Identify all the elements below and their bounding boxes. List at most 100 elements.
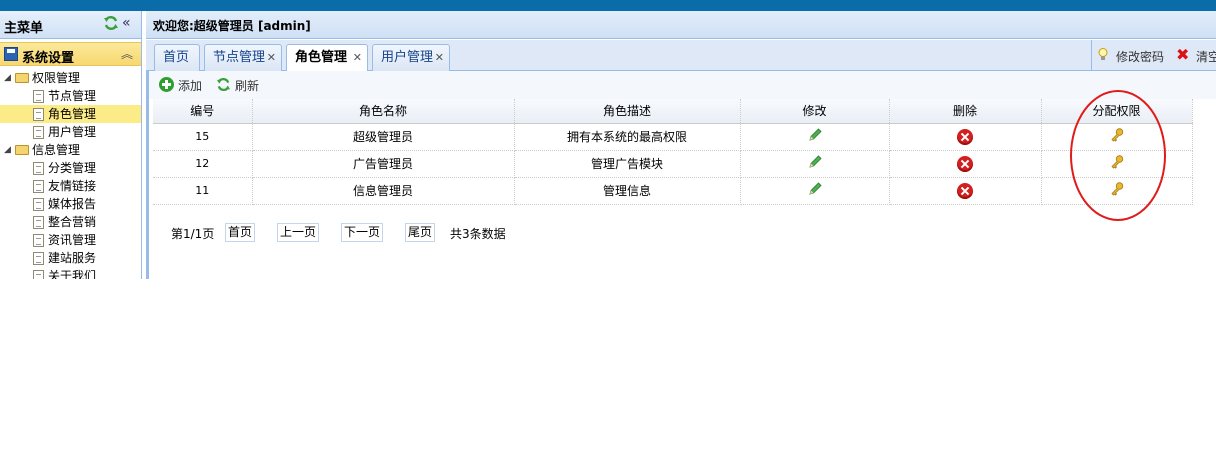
delete-icon[interactable]: [957, 182, 973, 199]
document-icon: [33, 270, 44, 279]
tree-item[interactable]: 友情链接: [0, 177, 141, 195]
tab-home[interactable]: 首页: [154, 44, 200, 71]
tab-label: 角色管理: [295, 50, 348, 65]
tree-label: 角色管理: [48, 107, 97, 121]
page-info: 第1/1页: [171, 227, 215, 241]
menu-header: 主菜单 «: [0, 11, 141, 39]
cell-id: 15: [153, 123, 253, 151]
section-title: 系统设置: [22, 51, 75, 66]
col-header-edit: 修改: [740, 99, 890, 124]
tree-label: 友情链接: [48, 179, 97, 193]
table-row[interactable]: 11 信息管理员 管理信息: [153, 177, 1193, 205]
document-icon: [33, 126, 44, 139]
table-row[interactable]: 15 超级管理员 拥有本系统的最高权限: [153, 123, 1193, 151]
document-icon: [33, 90, 44, 103]
grid-toolbar: 添加 刷新: [149, 71, 1216, 99]
cell-id: 12: [153, 150, 253, 178]
tree-item[interactable]: 节点管理: [0, 87, 141, 105]
cell-role-name: 超级管理员: [252, 123, 515, 151]
prev-page-button[interactable]: 上一页: [277, 223, 320, 242]
refresh-icon[interactable]: [216, 77, 231, 92]
cell-role-desc: 管理广告模块: [514, 150, 741, 178]
tree-folder[interactable]: ◢ 信息管理: [0, 141, 141, 159]
left-menu-panel: 主菜单 « 系统设置 ︽ ◢ 权限管理节点管理角色管理用户管理 ◢ 信息管理分类管理友…: [0, 11, 142, 279]
delete-icon[interactable]: [957, 128, 973, 145]
col-header-role-name: 角色名称: [252, 99, 515, 124]
delete-icon[interactable]: [957, 155, 973, 172]
collapse-left-icon[interactable]: «: [122, 15, 131, 31]
tree-label: 用户管理: [48, 125, 97, 139]
tree-item[interactable]: 资讯管理: [0, 231, 141, 249]
col-header-id: 编号: [153, 99, 253, 124]
tree-item[interactable]: 媒体报告: [0, 195, 141, 213]
clear-link[interactable]: 清空: [1196, 48, 1216, 65]
tab-label: 节点管理: [213, 50, 266, 65]
tree-label: 建站服务: [48, 251, 97, 265]
add-button[interactable]: 添加: [178, 77, 202, 94]
col-header-delete: 删除: [889, 99, 1042, 124]
tree-label: 权限管理: [32, 71, 81, 85]
tree-item[interactable]: 建站服务: [0, 249, 141, 267]
role-table: 编号 角色名称 角色描述 修改 删除 分配权限 15 超级管理员 拥有本系统的最…: [153, 99, 1193, 205]
chevron-up-icon[interactable]: ︽: [121, 45, 133, 62]
document-icon: [33, 198, 44, 211]
cell-role-desc: 管理信息: [514, 177, 741, 205]
total-count: 共3条数据: [450, 227, 506, 241]
add-icon[interactable]: [159, 77, 174, 92]
section-system-settings[interactable]: 系统设置 ︽: [0, 42, 141, 66]
expand-arrow-icon[interactable]: ◢: [4, 69, 11, 87]
tab-label: 首页: [163, 50, 190, 65]
main-content: 添加 刷新 编号 角色名称 角色描述 修改 删除 分配权限 15 超级管理员 拥…: [146, 71, 1216, 279]
welcome-bar: 欢迎您:超级管理员 [admin]: [146, 11, 1216, 39]
cell-role-name: 广告管理员: [252, 150, 515, 178]
col-header-role-desc: 角色描述: [514, 99, 741, 124]
tab-bar: 首页 节点管理 ✕ 角色管理 ✕ 用户管理 ✕ 修改密码 ✖ 清空: [146, 40, 1216, 72]
edit-pencil-icon[interactable]: [807, 127, 823, 143]
tree-item[interactable]: 分类管理: [0, 159, 141, 177]
tree-item[interactable]: 用户管理: [0, 123, 141, 141]
last-page-button[interactable]: 尾页: [405, 223, 436, 242]
change-password-link[interactable]: 修改密码: [1116, 48, 1164, 65]
table-row[interactable]: 12 广告管理员 管理广告模块: [153, 150, 1193, 178]
expand-arrow-icon[interactable]: ◢: [4, 141, 11, 159]
tab-user-manage[interactable]: 用户管理 ✕: [372, 44, 450, 71]
clear-icon[interactable]: ✖: [1176, 47, 1189, 63]
tree-label: 整合营销: [48, 215, 97, 229]
folder-icon: [15, 73, 29, 83]
refresh-icon[interactable]: [103, 15, 119, 31]
document-icon: [33, 108, 44, 121]
menu-tree: ◢ 权限管理节点管理角色管理用户管理 ◢ 信息管理分类管理友情链接媒体报告整合营销资讯…: [0, 69, 141, 279]
tab-node-manage[interactable]: 节点管理 ✕: [204, 44, 282, 71]
edit-pencil-icon[interactable]: [807, 181, 823, 197]
document-icon: [33, 252, 44, 265]
tab-role-manage[interactable]: 角色管理 ✕: [286, 44, 368, 72]
refresh-button[interactable]: 刷新: [235, 77, 259, 94]
cell-role-name: 信息管理员: [252, 177, 515, 205]
next-page-button[interactable]: 下一页: [341, 223, 384, 242]
menu-title: 主菜单: [4, 21, 44, 36]
lightbulb-icon: [1098, 48, 1108, 60]
close-icon[interactable]: ✕: [435, 45, 444, 70]
tree-label: 关于我们: [48, 269, 97, 279]
close-icon[interactable]: ✕: [267, 45, 276, 70]
tree-item[interactable]: 角色管理: [0, 105, 141, 123]
save-icon: [4, 47, 18, 61]
document-icon: [33, 162, 44, 175]
document-icon: [33, 216, 44, 229]
cell-role-desc: 拥有本系统的最高权限: [514, 123, 741, 151]
table-header-row: 编号 角色名称 角色描述 修改 删除 分配权限: [153, 99, 1193, 124]
tree-folder[interactable]: ◢ 权限管理: [0, 69, 141, 87]
close-icon[interactable]: ✕: [353, 45, 362, 70]
tree-label: 资讯管理: [48, 233, 97, 247]
document-icon: [33, 180, 44, 193]
tree-label: 节点管理: [48, 89, 97, 103]
edit-pencil-icon[interactable]: [807, 154, 823, 170]
tree-label: 分类管理: [48, 161, 97, 175]
tree-item[interactable]: 关于我们: [0, 267, 141, 279]
document-icon: [33, 234, 44, 247]
tree-label: 媒体报告: [48, 197, 97, 211]
annotation-circle: [1070, 90, 1166, 221]
first-page-button[interactable]: 首页: [225, 223, 256, 242]
folder-icon: [15, 145, 29, 155]
tree-item[interactable]: 整合营销: [0, 213, 141, 231]
